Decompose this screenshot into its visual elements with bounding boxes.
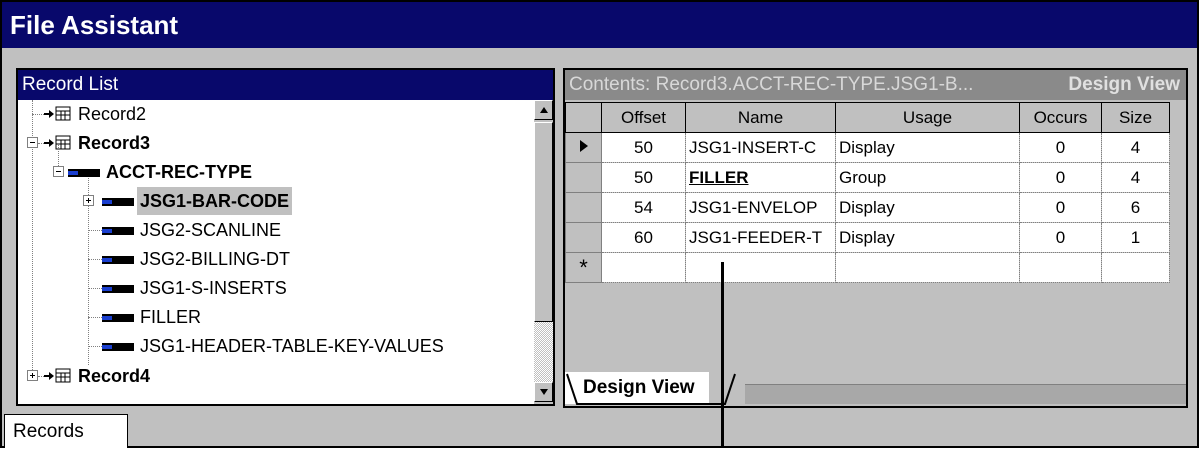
contents-header: Contents: Record3.ACCT-REC-TYPE.JSG1-B..… — [565, 70, 1186, 100]
tree-item-label: JSG1-HEADER-TABLE-KEY-VALUES — [140, 336, 444, 356]
cell-offset[interactable]: 60 — [601, 222, 686, 253]
cell-size[interactable]: 4 — [1101, 162, 1170, 193]
tree-item-label: FILLER — [140, 307, 202, 327]
table-row[interactable]: 60 JSG1-FEEDER-T Display 0 1 — [565, 222, 1170, 253]
new-record-row[interactable]: * — [565, 252, 1170, 283]
field-bar-icon — [102, 198, 134, 206]
tree-item-record2[interactable]: Record2 — [18, 100, 528, 128]
cell-offset[interactable] — [601, 252, 686, 283]
cell-usage[interactable]: Display — [835, 192, 1020, 223]
cell-size[interactable]: 6 — [1101, 192, 1170, 223]
cell-name[interactable]: JSG1-INSERT-C — [685, 132, 836, 163]
cell-size[interactable]: 1 — [1101, 222, 1170, 253]
tree-item-acct-rec-type[interactable]: ACCT-REC-TYPE — [18, 158, 528, 186]
field-bar-icon — [102, 314, 134, 322]
cell-occurs[interactable] — [1019, 252, 1102, 283]
cell-offset[interactable]: 54 — [601, 192, 686, 223]
cell-occurs[interactable]: 0 — [1019, 162, 1102, 193]
cell-size[interactable]: 4 — [1101, 132, 1170, 163]
tree-item-label: Record2 — [78, 104, 147, 124]
cell-offset[interactable]: 50 — [601, 162, 686, 193]
cell-occurs[interactable]: 0 — [1019, 132, 1102, 163]
field-bar-icon — [102, 343, 134, 351]
field-bar-icon — [102, 256, 134, 264]
tree-item-label: JSG2-BILLING-DT — [140, 249, 291, 269]
scroll-thumb[interactable] — [534, 122, 553, 322]
triangle-right-icon — [579, 139, 588, 152]
contents-table: Offset Name Usage Occurs Size 50 JSG1-IN… — [565, 102, 1170, 283]
table-row[interactable]: 50 JSG1-INSERT-C Display 0 4 — [565, 132, 1170, 163]
contents-title: Contents: Record3.ACCT-REC-TYPE.JSG1-B..… — [569, 74, 974, 95]
column-header-offset[interactable]: Offset — [601, 102, 686, 133]
pointer-line — [721, 262, 724, 448]
cell-name[interactable]: JSG1-ENVELOP — [685, 192, 836, 223]
column-header-size[interactable]: Size — [1101, 102, 1170, 133]
contents-grid-area: Offset Name Usage Occurs Size 50 JSG1-IN… — [565, 100, 1186, 372]
tree-item-jsg1-bar-code[interactable]: JSG1-BAR-CODE — [18, 187, 528, 215]
column-header-usage[interactable]: Usage — [835, 102, 1020, 133]
tree-item-record4[interactable]: Record4 — [18, 362, 528, 390]
column-header-name[interactable]: Name — [685, 102, 836, 133]
scroll-down-button[interactable] — [534, 382, 553, 402]
table-icon — [44, 106, 71, 121]
cell-name[interactable]: JSG1-FEEDER-T — [685, 222, 836, 253]
contents-panel: Contents: Record3.ACCT-REC-TYPE.JSG1-B..… — [563, 68, 1188, 408]
row-selector[interactable] — [565, 222, 602, 253]
tree-item-label: Record3 — [78, 133, 151, 153]
tab-design-view[interactable]: Design View — [565, 372, 709, 404]
arrow-down-icon — [540, 389, 548, 395]
cell-usage[interactable] — [835, 252, 1020, 283]
tree-item-label: JSG1-S-INSERTS — [140, 278, 287, 298]
tree-item-jsg1-s-inserts[interactable]: JSG1-S-INSERTS — [18, 274, 528, 302]
field-bar-icon — [102, 285, 134, 293]
cell-usage[interactable]: Display — [835, 222, 1020, 253]
cell-usage[interactable]: Group — [835, 162, 1020, 193]
tree-item-jsg1-header-table-key-values[interactable]: JSG1-HEADER-TABLE-KEY-VALUES — [18, 332, 528, 360]
tab-strip-fill — [745, 384, 1186, 404]
field-bar-icon — [68, 169, 100, 177]
cell-name[interactable] — [685, 252, 836, 283]
row-selector[interactable] — [565, 132, 602, 163]
record-list-header: Record List — [18, 70, 553, 100]
row-selector[interactable] — [565, 192, 602, 223]
cell-occurs[interactable]: 0 — [1019, 192, 1102, 223]
table-row[interactable]: 50 FILLER Group 0 4 — [565, 162, 1170, 193]
record-list-panel: Record List Record2 Record3 ACCT-REC-TYP… — [16, 68, 555, 406]
tree-item-label: JSG1-BAR-CODE — [137, 187, 293, 215]
tree-item-label: ACCT-REC-TYPE — [106, 162, 253, 182]
cell-name[interactable]: FILLER — [685, 162, 836, 193]
file-assistant-window: File Assistant Record List Record2 Recor… — [0, 0, 1199, 448]
tree-item-record3[interactable]: Record3 — [18, 129, 528, 157]
table-icon — [44, 368, 71, 383]
tree-item-label: JSG2-SCANLINE — [140, 220, 282, 240]
cell-offset[interactable]: 50 — [601, 132, 686, 163]
table-row[interactable]: 54 JSG1-ENVELOP Display 0 6 — [565, 192, 1170, 223]
row-selector-header — [565, 102, 602, 133]
contents-tabs: Design View — [565, 372, 1186, 406]
window-title: File Assistant — [2, 2, 1197, 48]
tab-records[interactable]: Records — [4, 414, 128, 448]
table-header-row: Offset Name Usage Occurs Size — [565, 102, 1170, 133]
table-icon — [44, 135, 71, 150]
view-mode-label: Design View — [1068, 74, 1180, 95]
record-list-scrollbar[interactable] — [534, 100, 553, 404]
tree-item-filler[interactable]: FILLER — [18, 303, 528, 331]
column-header-occurs[interactable]: Occurs — [1019, 102, 1102, 133]
tree-item-label: Record4 — [78, 366, 151, 386]
new-row-marker[interactable]: * — [565, 252, 602, 283]
tree-item-jsg2-billing-dt[interactable]: JSG2-BILLING-DT — [18, 245, 528, 273]
cell-usage[interactable]: Display — [835, 132, 1020, 163]
scroll-up-button[interactable] — [534, 100, 553, 120]
row-selector[interactable] — [565, 162, 602, 193]
cell-size[interactable] — [1101, 252, 1170, 283]
field-bar-icon — [102, 227, 134, 235]
arrow-up-icon — [540, 107, 548, 113]
tree-item-jsg2-scanline[interactable]: JSG2-SCANLINE — [18, 216, 528, 244]
record-tree[interactable]: Record2 Record3 ACCT-REC-TYPE JSG1-BAR-C… — [18, 100, 532, 404]
cell-occurs[interactable]: 0 — [1019, 222, 1102, 253]
scroll-track[interactable] — [534, 322, 553, 382]
